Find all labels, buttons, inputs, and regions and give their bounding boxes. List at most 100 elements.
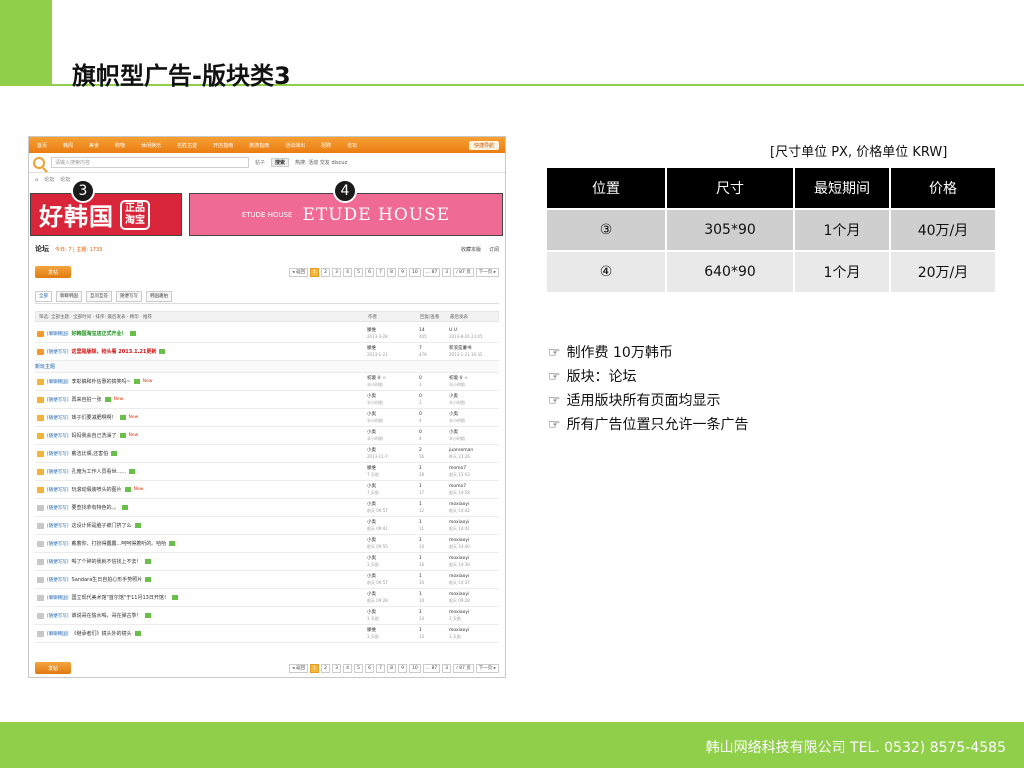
thread-category[interactable]: [随便写写] xyxy=(47,469,69,475)
thread-title[interactable]: 妈妈我会自己洗澡了 xyxy=(72,432,117,439)
category-tab[interactable]: 韩国趣拍 xyxy=(146,291,172,302)
table-row[interactable]: [随便写写] 戴着你、打扮得蠢蠢...呵呵得着听的。哈哈 小奥 前天 09:55 1 10… xyxy=(35,535,499,553)
thread-title[interactable]: 这设计师是脑子被门挤了么 xyxy=(72,522,132,529)
pager-item[interactable]: 9 xyxy=(398,663,407,673)
thread-author[interactable]: 滕维 2013-3-28 xyxy=(367,328,388,340)
pager-item[interactable]: 下一页 ▸ xyxy=(475,663,499,673)
thread-author[interactable]: 小奥 半小时前 xyxy=(367,394,383,406)
search-type-select[interactable]: 帖子 xyxy=(255,159,265,166)
table-row[interactable]: [随便写写] 再来自拍一张 New 小奥 半小时前 0 3 小奥 半小时前 xyxy=(35,391,499,409)
nav-item[interactable]: 名胜古迹 xyxy=(177,142,197,149)
pager-item[interactable]: / 87 页 xyxy=(453,267,474,277)
home-icon[interactable]: ⌂ xyxy=(35,177,38,183)
author-name[interactable]: 小奥 xyxy=(367,556,376,561)
thread-author[interactable]: 小奥 前天 09:57 xyxy=(367,502,388,514)
thread-author[interactable]: 小奥 半小时前 xyxy=(367,430,383,442)
author-name[interactable]: 小奥 xyxy=(367,394,376,399)
table-row[interactable]: [随便写写] 戴洁比偶,还害怕 小奥 2013-11-7 2 16 juanreman 昨天 … xyxy=(35,445,499,463)
author-name[interactable]: 小奥 xyxy=(367,412,376,417)
last-author[interactable]: moxiaoyi xyxy=(449,610,469,615)
pager-item[interactable]: ◂ 返回 xyxy=(289,267,308,277)
thread-title[interactable]: 喝了个碎的我就不信找上不去！ xyxy=(72,558,142,565)
last-author[interactable]: moxiaoyi xyxy=(449,574,469,579)
rss-button[interactable]: 订阅 xyxy=(489,246,499,253)
thread-author[interactable]: 小奥 半小时前 xyxy=(367,412,383,424)
thread-title[interactable]: 要查找拿有特色的。。 xyxy=(72,504,120,511)
pager-item[interactable]: ... 87 xyxy=(422,663,441,673)
last-author[interactable]: moxiaoyi xyxy=(449,556,469,561)
category-tab[interactable]: 随便写写 xyxy=(116,291,142,302)
thread-author[interactable]: 滕维 3 天前 xyxy=(367,628,379,640)
last-author[interactable]: moxiaoyi xyxy=(449,628,469,633)
last-post[interactable]: 小奥 半小时前 xyxy=(449,430,465,442)
nav-item[interactable]: 购物 xyxy=(115,142,125,149)
last-post[interactable]: juanreman 昨天 23:26 xyxy=(449,448,473,460)
pager-item[interactable]: / 87 页 xyxy=(453,663,474,673)
nav-item[interactable]: 韩闻 xyxy=(63,142,73,149)
last-author[interactable]: 小奥 xyxy=(449,412,458,417)
table-row[interactable]: [聊聊韩国] 好韩国淘宝店正式开业！ 滕维 2013-3-28 14 445 U.U 2013… xyxy=(35,325,499,343)
pager-item[interactable]: 6 xyxy=(365,663,374,673)
last-author[interactable]: 初璇 ♀ ☆ xyxy=(449,376,468,381)
pager-item[interactable]: 3 xyxy=(442,267,452,277)
pager-item[interactable]: 7 xyxy=(376,663,385,673)
thread-category[interactable]: [随便写写] xyxy=(47,505,69,511)
last-author[interactable]: 小奥 xyxy=(449,430,458,435)
last-post[interactable]: 新浪是薯书 2013-1-21 16:35 xyxy=(449,346,483,358)
pager-item[interactable]: 9 xyxy=(398,267,407,277)
last-author[interactable]: 小奥 xyxy=(449,394,458,399)
last-author[interactable]: juanreman xyxy=(449,448,473,453)
thread-category[interactable]: [随便写写] xyxy=(47,433,69,439)
author-name[interactable]: 滕维 xyxy=(367,628,376,633)
thread-category[interactable]: [聊聊韩国] xyxy=(47,379,69,385)
category-tab[interactable]: 互问互答 xyxy=(86,291,112,302)
category-tab[interactable]: 聊聊韩国 xyxy=(56,291,82,302)
pager-item[interactable]: 6 xyxy=(365,267,374,277)
thread-category[interactable]: [随便写写] xyxy=(47,541,69,547)
author-name[interactable]: 小奥 xyxy=(367,484,376,489)
thread-author[interactable]: 小奥 2013-11-7 xyxy=(367,448,388,460)
thread-title[interactable]: 孔俺为工作人员看世...... xyxy=(72,468,127,475)
thread-author[interactable]: 小奥 前天 09:57 xyxy=(367,574,388,586)
quick-nav-button[interactable]: 快捷导航 xyxy=(468,140,499,150)
pager-item[interactable]: 5 xyxy=(354,267,363,277)
author-name[interactable]: 初璇 ♀ ☆ xyxy=(367,376,386,381)
thread-category[interactable]: [随便写写] xyxy=(47,613,69,619)
last-post[interactable]: moxiaoyi 前天 14:37 xyxy=(449,574,470,586)
nav-item[interactable]: 休闲娱乐 xyxy=(141,142,161,149)
pager-item[interactable]: 3 xyxy=(442,663,452,673)
table-row[interactable]: [聊聊韩国] 《继承者们》镜头外的镜头 滕维 3 天前 1 10 moxiaoyi 3 天前 xyxy=(35,625,499,643)
pager-item[interactable]: 10 xyxy=(409,663,421,673)
post-button[interactable]: 发帖 xyxy=(35,266,71,278)
thread-category[interactable]: [聊聊韩国] xyxy=(47,331,69,337)
thread-category[interactable]: [随便写写] xyxy=(47,415,69,421)
table-row[interactable]: [随便写写] 喝了个碎的我就不信找上不去！ 小奥 3 天前 1 16 moxiaoyi 前天 … xyxy=(35,553,499,571)
pager-item[interactable]: 2 xyxy=(321,663,330,673)
last-author[interactable]: momo7 xyxy=(449,466,466,471)
table-row[interactable]: [随便写写] 孔俺为工作人员看世...... 滕维 7 天前 1 28 momo7 前天 15… xyxy=(35,463,499,481)
last-post[interactable]: 初璇 ♀ ☆ 半小时前 xyxy=(449,376,468,388)
thread-author[interactable]: 小奥 前天 09:55 xyxy=(367,538,388,550)
thread-author[interactable]: 小奥 前天 09:28 xyxy=(367,592,388,604)
pager-item[interactable]: ◂ 返回 xyxy=(289,663,308,673)
pager-item[interactable]: 下一页 ▸ xyxy=(475,267,499,277)
last-post[interactable]: momo7 前天 15:03 xyxy=(449,466,470,478)
author-name[interactable]: 小奥 xyxy=(367,610,376,615)
author-name[interactable]: 小奥 xyxy=(367,430,376,435)
breadcrumb-item[interactable]: 论坛 xyxy=(44,176,54,183)
last-author[interactable]: U.U xyxy=(449,328,457,333)
author-name[interactable]: 小奥 xyxy=(367,502,376,507)
thread-title[interactable]: 妹子们要减肥啊啊！ xyxy=(72,414,117,421)
pager-item[interactable]: 4 xyxy=(343,267,352,277)
last-post[interactable]: momo7 前天 14:58 xyxy=(449,484,470,496)
thread-author[interactable]: 小奥 前天 09:41 xyxy=(367,520,388,532)
nav-item[interactable]: 招聘 xyxy=(321,142,331,149)
last-post[interactable]: moxiaoyi 前天 14:41 xyxy=(449,520,470,532)
table-row[interactable]: [随便写写] 妹子们要减肥啊啊！ New 小奥 半小时前 0 4 小奥 半小时前 xyxy=(35,409,499,427)
thread-title[interactable]: 玩滚动假装喷头的图片 xyxy=(72,486,122,493)
category-tab[interactable]: 全部 xyxy=(35,291,52,302)
thread-category[interactable]: [随便写写] xyxy=(47,523,69,529)
table-row[interactable]: [随便写写] 谁说哥在偷水喝，哥在弹古筝！ 小奥 3 天前 1 14 moxiaoyi 3 天… xyxy=(35,607,499,625)
pager-item[interactable]: 2 xyxy=(321,267,330,277)
thread-category[interactable]: [随便写写] xyxy=(47,577,69,583)
